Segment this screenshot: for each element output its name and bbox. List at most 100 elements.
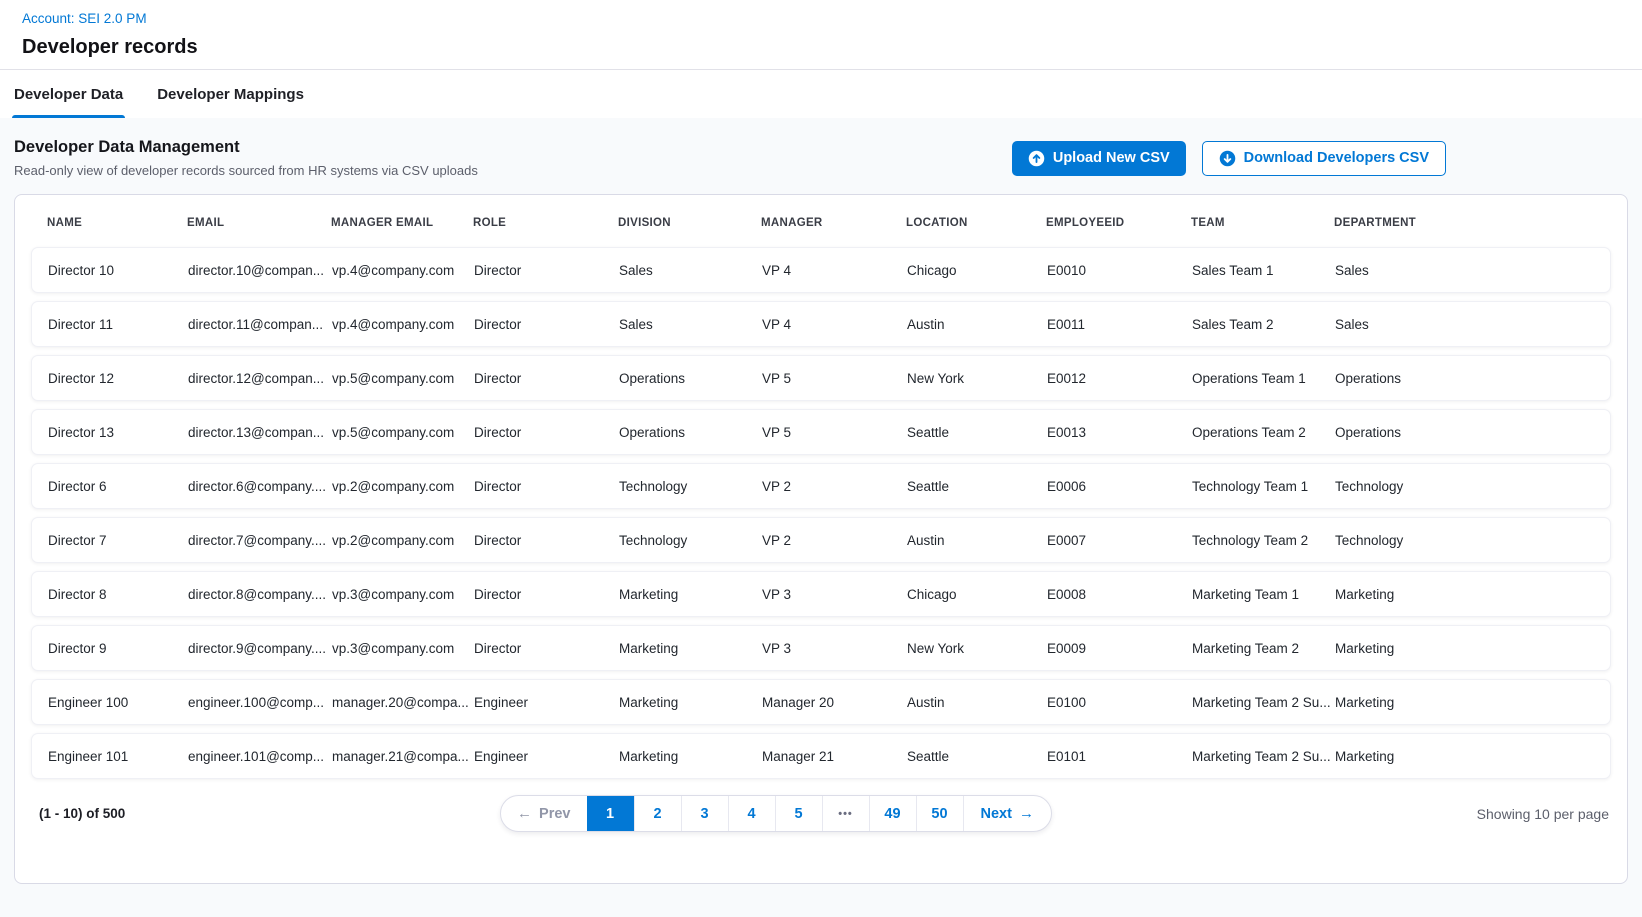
download-developers-csv-button[interactable]: Download Developers CSV — [1202, 141, 1446, 176]
cell: Engineer 101 — [48, 749, 188, 764]
cell: Marketing — [1335, 587, 1594, 602]
cell: VP 3 — [762, 641, 907, 656]
column-header: ROLE — [473, 217, 618, 229]
cell: Director — [474, 641, 619, 656]
cell: vp.2@company.com — [332, 533, 474, 548]
table-row[interactable]: Engineer 101engineer.101@comp...manager.… — [31, 733, 1611, 779]
table-row[interactable]: Director 12director.12@compan...vp.5@com… — [31, 355, 1611, 401]
section-header: Developer Data Management Read-only view… — [14, 132, 1628, 194]
tab-developer-data[interactable]: Developer Data — [12, 70, 125, 118]
table-row[interactable]: Director 9director.9@company....vp.3@com… — [31, 625, 1611, 671]
circle-arrow-down-icon — [1219, 150, 1236, 167]
column-header: DIVISION — [618, 217, 761, 229]
page-button-5[interactable]: 5 — [775, 796, 822, 831]
cell: director.11@compan... — [188, 317, 332, 332]
table-row[interactable]: Director 8director.8@company....vp.3@com… — [31, 571, 1611, 617]
cell: Operations Team 1 — [1192, 371, 1335, 386]
pagination-wrapper: ← Prev 12345•••4950 Next → — [281, 795, 1271, 832]
cell: vp.3@company.com — [332, 641, 474, 656]
prev-label: Prev — [539, 806, 570, 822]
page-ellipsis: ••• — [822, 796, 869, 831]
cell: Director — [474, 317, 619, 332]
page-button-50[interactable]: 50 — [916, 796, 963, 831]
cell: Director — [474, 263, 619, 278]
cell: VP 5 — [762, 425, 907, 440]
cell: New York — [907, 641, 1047, 656]
cell: VP 4 — [762, 263, 907, 278]
cell: vp.4@company.com — [332, 263, 474, 278]
page-buttons: 12345•••4950 — [587, 796, 963, 831]
table-row[interactable]: Director 6director.6@company....vp.2@com… — [31, 463, 1611, 509]
account-breadcrumb-link[interactable]: Account: SEI 2.0 PM — [22, 11, 147, 26]
cell: Marketing — [1335, 749, 1594, 764]
cell: Manager 21 — [762, 749, 907, 764]
cell: Marketing Team 2 Su... — [1192, 749, 1335, 764]
cell: manager.20@compa... — [332, 695, 474, 710]
cell: Operations Team 2 — [1192, 425, 1335, 440]
next-page-button[interactable]: Next → — [963, 796, 1051, 831]
table-row[interactable]: Director 7director.7@company....vp.2@com… — [31, 517, 1611, 563]
tab-developer-mappings[interactable]: Developer Mappings — [155, 70, 306, 118]
column-header: MANAGER EMAIL — [331, 217, 473, 229]
cell: VP 3 — [762, 587, 907, 602]
cell: E0009 — [1047, 641, 1192, 656]
cell: E0010 — [1047, 263, 1192, 278]
page-button-49[interactable]: 49 — [869, 796, 916, 831]
prev-page-button[interactable]: ← Prev — [501, 796, 586, 831]
table-row[interactable]: Director 11director.11@compan...vp.4@com… — [31, 301, 1611, 347]
page-button-3[interactable]: 3 — [681, 796, 728, 831]
cell: director.12@compan... — [188, 371, 332, 386]
page-header: Account: SEI 2.0 PM Developer records — [0, 0, 1642, 69]
cell: director.6@company.... — [188, 479, 332, 494]
section-actions: Upload New CSV Download Developers CSV — [1012, 141, 1446, 176]
cell: Sales — [619, 263, 762, 278]
cell: VP 4 — [762, 317, 907, 332]
cell: Director 8 — [48, 587, 188, 602]
table-body: Director 10director.10@compan...vp.4@com… — [31, 247, 1611, 779]
cell: Marketing Team 1 — [1192, 587, 1335, 602]
cell: Director 9 — [48, 641, 188, 656]
cell: Seattle — [907, 479, 1047, 494]
table-row[interactable]: Engineer 100engineer.100@comp...manager.… — [31, 679, 1611, 725]
cell: Sales Team 2 — [1192, 317, 1335, 332]
cell: New York — [907, 371, 1047, 386]
cell: engineer.100@comp... — [188, 695, 332, 710]
cell: Sales — [619, 317, 762, 332]
cell: Director 7 — [48, 533, 188, 548]
page-button-2[interactable]: 2 — [634, 796, 681, 831]
cell: manager.21@compa... — [332, 749, 474, 764]
page-button-1[interactable]: 1 — [587, 796, 634, 831]
section-subtitle: Read-only view of developer records sour… — [14, 163, 478, 178]
cell: vp.3@company.com — [332, 587, 474, 602]
cell: Technology — [619, 479, 762, 494]
circle-arrow-up-icon — [1028, 150, 1045, 167]
table-header-row: NAMEEMAILMANAGER EMAILROLEDIVISIONMANAGE… — [31, 209, 1611, 247]
cell: E0013 — [1047, 425, 1192, 440]
cell: Director 6 — [48, 479, 188, 494]
cell: Marketing Team 2 — [1192, 641, 1335, 656]
result-range-label: (1 - 10) of 500 — [31, 806, 281, 821]
cell: Operations — [1335, 425, 1594, 440]
cell: E0011 — [1047, 317, 1192, 332]
cell: Austin — [907, 533, 1047, 548]
upload-new-csv-button[interactable]: Upload New CSV — [1012, 141, 1186, 176]
column-header: MANAGER — [761, 217, 906, 229]
cell: director.8@company.... — [188, 587, 332, 602]
cell: E0008 — [1047, 587, 1192, 602]
column-header: LOCATION — [906, 217, 1046, 229]
table-row[interactable]: Director 10director.10@compan...vp.4@com… — [31, 247, 1611, 293]
table-row[interactable]: Director 13director.13@compan...vp.5@com… — [31, 409, 1611, 455]
cell: director.9@company.... — [188, 641, 332, 656]
pagination: ← Prev 12345•••4950 Next → — [500, 795, 1052, 832]
cell: Marketing — [1335, 695, 1594, 710]
cell: Marketing — [1335, 641, 1594, 656]
cell: Engineer — [474, 749, 619, 764]
cell: VP 2 — [762, 479, 907, 494]
cell: Technology Team 1 — [1192, 479, 1335, 494]
cell: Engineer — [474, 695, 619, 710]
arrow-left-icon: ← — [517, 806, 532, 821]
per-page-label: Showing 10 per page — [1271, 806, 1611, 822]
cell: director.7@company.... — [188, 533, 332, 548]
page-button-4[interactable]: 4 — [728, 796, 775, 831]
cell: Director — [474, 371, 619, 386]
